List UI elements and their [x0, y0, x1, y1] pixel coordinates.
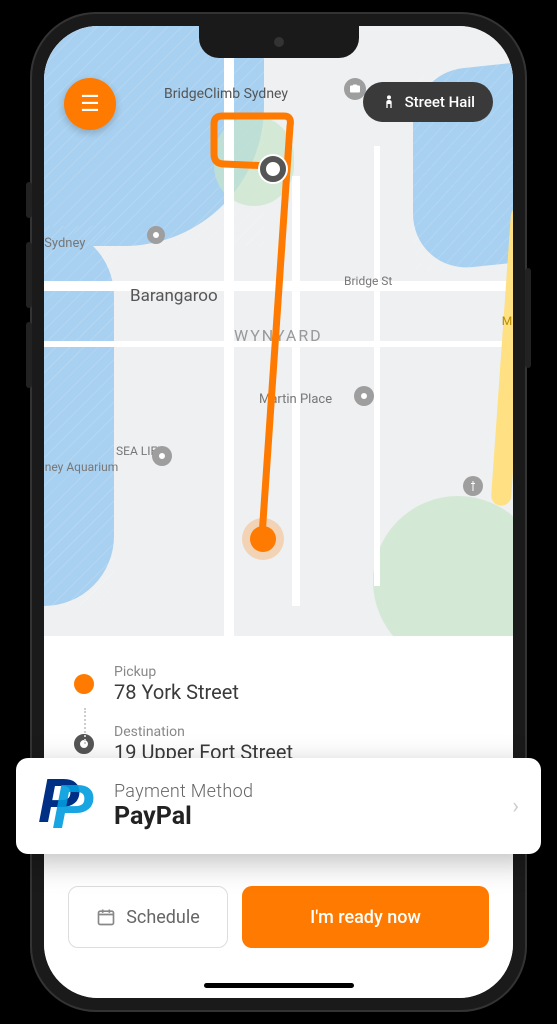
destination-label: Destination [114, 724, 293, 740]
action-bar: Schedule I'm ready now [44, 868, 513, 998]
paypal-logo-icon: PP [38, 777, 96, 835]
hamburger-icon: ☰ [80, 92, 100, 117]
calendar-icon [96, 907, 116, 927]
phone-frame: BridgeClimb Sydney wn Sydney Barangaroo … [30, 12, 527, 1012]
payment-method-card[interactable]: PP Payment Method PayPal › [16, 758, 541, 854]
pickup-marker [250, 526, 276, 552]
pickup-value: 78 York Street [114, 680, 239, 704]
street-hail-button[interactable]: Street Hail [363, 82, 493, 122]
schedule-label: Schedule [126, 907, 200, 928]
destination-marker [260, 156, 286, 182]
street-hail-label: Street Hail [405, 93, 475, 111]
map-pin-church-icon [463, 476, 483, 496]
schedule-button[interactable]: Schedule [68, 886, 228, 948]
home-indicator [204, 983, 354, 988]
map-pin-generic-icon [147, 226, 165, 244]
payment-label: Payment Method [114, 781, 512, 802]
map-pin-generic-icon [354, 386, 374, 406]
chevron-right-icon: › [512, 794, 519, 819]
ready-now-button[interactable]: I'm ready now [242, 886, 489, 948]
map-view[interactable]: BridgeClimb Sydney wn Sydney Barangaroo … [44, 26, 513, 636]
pickup-label: Pickup [114, 664, 239, 680]
ready-now-label: I'm ready now [310, 907, 421, 928]
pickup-row[interactable]: Pickup 78 York Street [68, 658, 489, 718]
map-pin-generic-icon [152, 446, 172, 466]
menu-button[interactable]: ☰ [64, 78, 116, 130]
location-connector [84, 708, 86, 744]
person-hail-icon [381, 94, 397, 110]
pickup-dot-icon [74, 674, 94, 694]
payment-value: PayPal [114, 802, 512, 831]
phone-notch [199, 26, 359, 58]
